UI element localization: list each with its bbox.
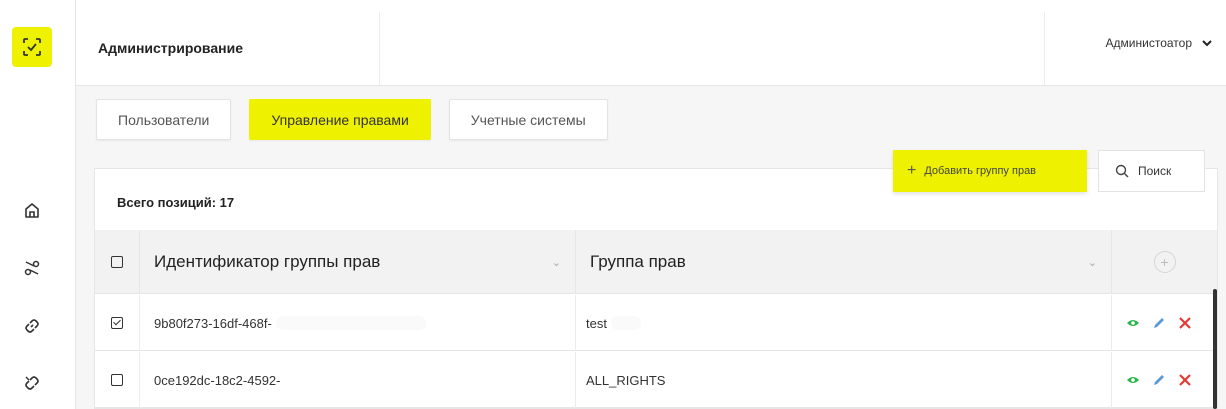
- view-button[interactable]: [1126, 375, 1140, 385]
- row-checkbox[interactable]: [111, 317, 123, 329]
- sidebar-item-home[interactable]: [20, 198, 44, 222]
- sidebar-item-unlink[interactable]: [20, 371, 44, 395]
- logo[interactable]: [12, 27, 52, 67]
- sort-chevron-icon[interactable]: ⌄: [1088, 256, 1097, 269]
- cell-id-text: 0ce192dc-18c2-4592-: [154, 372, 281, 388]
- column-header-group-label: Группа прав: [590, 252, 686, 271]
- tab-users[interactable]: Пользователи: [96, 99, 232, 140]
- sidebar-item-tools[interactable]: [20, 256, 44, 280]
- total-count: Всего позиций: 17: [117, 195, 235, 210]
- row-checkbox-cell: [95, 295, 140, 351]
- cell-id: 0ce192dc-18c2-4592-: [140, 352, 576, 408]
- edit-button[interactable]: [1152, 316, 1166, 330]
- column-header-group[interactable]: Группа прав ⌄: [576, 230, 1112, 294]
- close-icon: [1179, 317, 1191, 329]
- cell-id-text: 9b80f273-16df-468f-: [154, 315, 272, 331]
- tab-rights-management[interactable]: Управление правами: [249, 99, 431, 140]
- delete-button[interactable]: [1178, 373, 1192, 387]
- row-checkbox-cell: [95, 352, 140, 408]
- plus-icon: +: [907, 162, 917, 179]
- cell-actions: [1112, 295, 1217, 351]
- topbar-divider: [1044, 12, 1045, 86]
- sidebar-item-links[interactable]: [20, 314, 44, 338]
- check-frame-icon: [23, 38, 41, 56]
- table-row[interactable]: 0ce192dc-18c2-4592- ALL_RIGHTS: [95, 352, 1217, 408]
- search-label: Поиск: [1138, 164, 1172, 178]
- topbar: Администрирование Администоатор: [76, 0, 1226, 86]
- table-row[interactable]: 9b80f273-16df-468f- test: [95, 295, 1217, 351]
- redacted-mask: [275, 316, 426, 330]
- column-header-actions: +: [1112, 230, 1217, 294]
- table-header: Идентификатор группы прав ⌄ Группа прав …: [95, 230, 1217, 294]
- cell-group: ALL_RIGHTS: [576, 352, 1112, 408]
- user-menu[interactable]: Администоатор: [1106, 36, 1212, 50]
- tab-account-systems[interactable]: Учетные системы: [448, 99, 608, 140]
- pencil-icon: [1154, 375, 1164, 385]
- column-header-id-label: Идентификатор группы прав: [154, 252, 381, 271]
- eye-icon: [1127, 320, 1139, 326]
- search-button[interactable]: Поиск: [1098, 150, 1205, 192]
- cell-id: 9b80f273-16df-468f-: [140, 295, 576, 351]
- close-icon: [1179, 374, 1191, 386]
- link-icon: [25, 319, 39, 333]
- sort-chevron-icon[interactable]: ⌄: [552, 256, 561, 269]
- row-checkbox[interactable]: [111, 374, 123, 386]
- broken-link-icon: [25, 376, 39, 390]
- page-title: Администрирование: [98, 40, 243, 56]
- topbar-divider: [379, 12, 380, 86]
- table-panel: Всего позиций: 17 Идентификатор группы п…: [94, 168, 1218, 409]
- chevron-down-icon: [1202, 40, 1212, 47]
- tabs: Пользователи Управление правами Учетные …: [96, 99, 608, 140]
- delete-button[interactable]: [1178, 316, 1192, 330]
- add-rights-group-button[interactable]: + Добавить группу прав: [893, 150, 1087, 192]
- cell-group: test: [576, 295, 1112, 351]
- add-column-icon[interactable]: +: [1153, 251, 1176, 273]
- column-header-id[interactable]: Идентификатор группы прав ⌄: [140, 230, 576, 294]
- select-all-checkbox[interactable]: [111, 256, 123, 268]
- scissors-icon: [24, 260, 40, 276]
- sidebar: [0, 0, 76, 409]
- search-icon: [1115, 164, 1129, 178]
- scrollbar[interactable]: [1213, 289, 1217, 409]
- eye-icon: [1127, 377, 1139, 383]
- header-checkbox-cell: [95, 230, 140, 294]
- cell-actions: [1112, 352, 1217, 408]
- home-icon: [25, 203, 39, 218]
- cell-group-text: test: [586, 315, 607, 331]
- view-button[interactable]: [1126, 318, 1140, 328]
- add-rights-group-label: Добавить группу прав: [924, 165, 1037, 177]
- redacted-mask: [610, 316, 641, 330]
- cell-group-text: ALL_RIGHTS: [586, 372, 666, 388]
- edit-button[interactable]: [1152, 373, 1166, 387]
- pencil-icon: [1154, 318, 1164, 328]
- user-name: Администоатор: [1105, 36, 1192, 50]
